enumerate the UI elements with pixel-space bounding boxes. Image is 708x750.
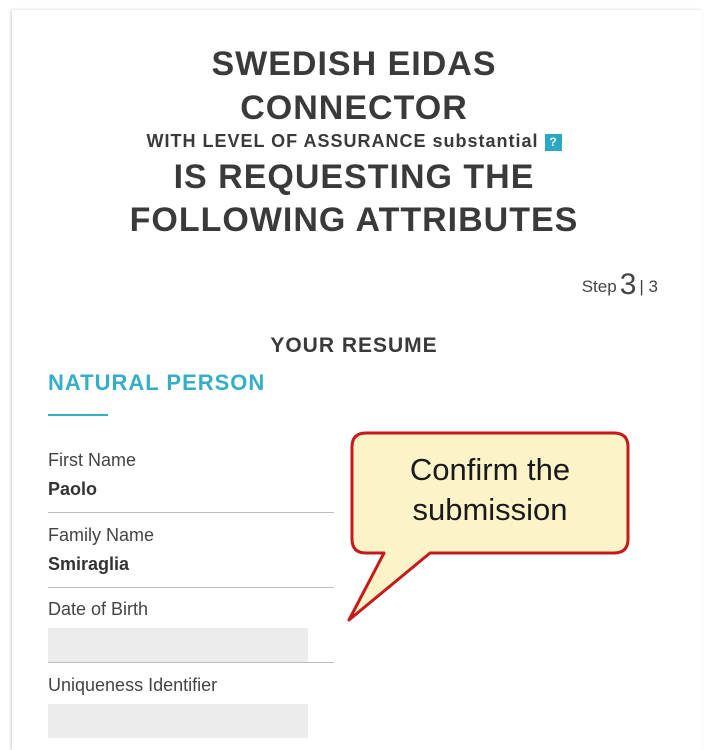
field-date-of-birth: Date of Birth bbox=[48, 598, 334, 663]
title-line-4: FOLLOWING ATTRIBUTES bbox=[129, 201, 579, 239]
title-line-2: CONNECTOR bbox=[240, 89, 468, 127]
field-label: First Name bbox=[48, 450, 137, 470]
callout-line-2: submission bbox=[412, 492, 568, 527]
title-line-3: IS REQUESTING THE bbox=[173, 158, 535, 196]
field-family-name: Family Name Smiraglia bbox=[48, 524, 334, 588]
field-label: Uniqueness Identifier bbox=[48, 675, 218, 695]
field-divider bbox=[48, 662, 334, 663]
step-current: 3 bbox=[619, 268, 637, 301]
field-value: Smiraglia bbox=[48, 554, 130, 574]
field-value-empty bbox=[48, 628, 308, 662]
field-label: Family Name bbox=[48, 525, 155, 545]
field-label: Date of Birth bbox=[48, 599, 149, 619]
loa-text: WITH LEVEL OF ASSURANCE substantial bbox=[146, 131, 539, 151]
level-of-assurance: WITH LEVEL OF ASSURANCE substantial? bbox=[0, 130, 708, 152]
field-value-empty bbox=[48, 704, 308, 738]
step-label: Step bbox=[581, 277, 617, 296]
field-first-name: First Name Paolo bbox=[48, 449, 334, 513]
step-total: 3 bbox=[648, 277, 658, 296]
field-uniqueness-identifier: Uniqueness Identifier bbox=[48, 674, 334, 738]
natural-person-heading: NATURAL PERSON bbox=[48, 370, 266, 395]
resume-heading: YOUR RESUME bbox=[270, 334, 438, 357]
step-separator: | bbox=[639, 277, 644, 296]
step-indicator: Step 3 | 3 bbox=[582, 268, 658, 302]
title-line-1: SWEDISH EIDAS bbox=[211, 45, 497, 83]
section-underline bbox=[48, 414, 108, 416]
callout-line-1: Confirm the bbox=[409, 452, 571, 487]
field-divider bbox=[48, 587, 334, 588]
field-divider bbox=[48, 512, 334, 513]
field-value: Paolo bbox=[48, 479, 98, 499]
help-icon[interactable]: ? bbox=[544, 134, 562, 151]
callout-text: Confirm the submission bbox=[352, 450, 628, 530]
